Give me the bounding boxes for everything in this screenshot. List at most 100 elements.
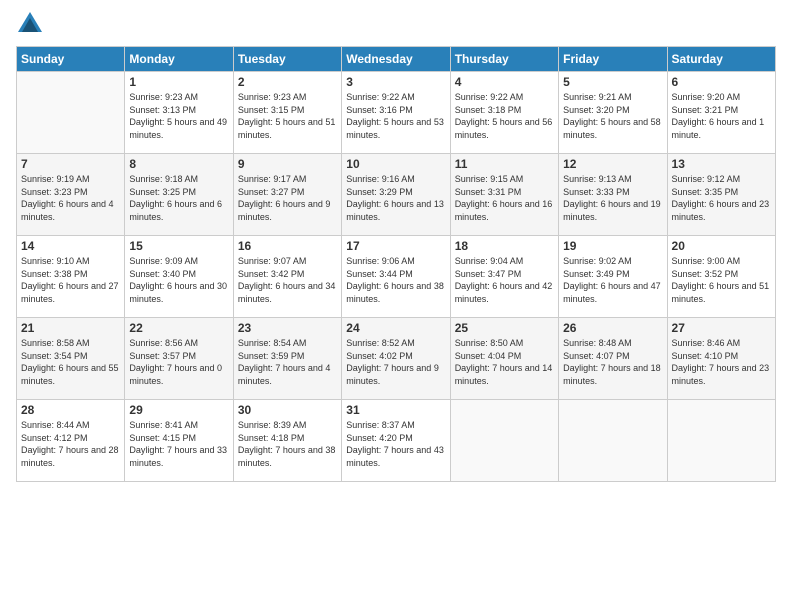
day-info: Sunrise: 8:50 AMSunset: 4:04 PMDaylight:…: [455, 337, 554, 387]
day-number: 8: [129, 157, 228, 171]
day-info: Sunrise: 8:52 AMSunset: 4:02 PMDaylight:…: [346, 337, 445, 387]
day-number: 10: [346, 157, 445, 171]
header: [16, 10, 776, 38]
day-number: 11: [455, 157, 554, 171]
day-info: Sunrise: 8:48 AMSunset: 4:07 PMDaylight:…: [563, 337, 662, 387]
calendar-cell: 27 Sunrise: 8:46 AMSunset: 4:10 PMDayligh…: [667, 318, 775, 400]
calendar-cell: 9 Sunrise: 9:17 AMSunset: 3:27 PMDaylight…: [233, 154, 341, 236]
day-number: 9: [238, 157, 337, 171]
day-number: 12: [563, 157, 662, 171]
calendar-cell: 16 Sunrise: 9:07 AMSunset: 3:42 PMDayligh…: [233, 236, 341, 318]
day-info: Sunrise: 9:20 AMSunset: 3:21 PMDaylight:…: [672, 91, 771, 141]
logo: [16, 10, 48, 38]
week-row-0: 1Sunrise: 9:23 AMSunset: 3:13 PMDaylight…: [17, 72, 776, 154]
day-info: Sunrise: 9:13 AMSunset: 3:33 PMDaylight:…: [563, 173, 662, 223]
calendar-cell: [559, 400, 667, 482]
day-number: 17: [346, 239, 445, 253]
calendar-cell: 8 Sunrise: 9:18 AMSunset: 3:25 PMDaylight…: [125, 154, 233, 236]
day-info: Sunrise: 9:18 AMSunset: 3:25 PMDaylight:…: [129, 173, 228, 223]
calendar-cell: 15 Sunrise: 9:09 AMSunset: 3:40 PMDayligh…: [125, 236, 233, 318]
day-info: Sunrise: 9:21 AMSunset: 3:20 PMDaylight:…: [563, 91, 662, 141]
day-info: Sunrise: 9:19 AMSunset: 3:23 PMDaylight:…: [21, 173, 120, 223]
day-number: 16: [238, 239, 337, 253]
day-info: Sunrise: 9:17 AMSunset: 3:27 PMDaylight:…: [238, 173, 337, 223]
day-number: 15: [129, 239, 228, 253]
day-number: 25: [455, 321, 554, 335]
week-row-4: 28 Sunrise: 8:44 AMSunset: 4:12 PMDayligh…: [17, 400, 776, 482]
day-number: 27: [672, 321, 771, 335]
calendar-cell: 11 Sunrise: 9:15 AMSunset: 3:31 PMDayligh…: [450, 154, 558, 236]
calendar-cell: 5Sunrise: 9:21 AMSunset: 3:20 PMDaylight…: [559, 72, 667, 154]
day-number: 20: [672, 239, 771, 253]
calendar-cell: [17, 72, 125, 154]
day-info: Sunrise: 9:22 AMSunset: 3:18 PMDaylight:…: [455, 91, 554, 141]
day-info: Sunrise: 8:56 AMSunset: 3:57 PMDaylight:…: [129, 337, 228, 387]
day-number: 3: [346, 75, 445, 89]
day-number: 6: [672, 75, 771, 89]
day-number: 2: [238, 75, 337, 89]
calendar-cell: 28 Sunrise: 8:44 AMSunset: 4:12 PMDayligh…: [17, 400, 125, 482]
day-info: Sunrise: 9:23 AMSunset: 3:15 PMDaylight:…: [238, 91, 337, 141]
day-info: Sunrise: 9:06 AMSunset: 3:44 PMDaylight:…: [346, 255, 445, 305]
day-number: 24: [346, 321, 445, 335]
day-info: Sunrise: 8:58 AMSunset: 3:54 PMDaylight:…: [21, 337, 120, 387]
day-info: Sunrise: 9:12 AMSunset: 3:35 PMDaylight:…: [672, 173, 771, 223]
week-row-3: 21Sunrise: 8:58 AMSunset: 3:54 PMDayligh…: [17, 318, 776, 400]
day-number: 4: [455, 75, 554, 89]
day-info: Sunrise: 9:07 AMSunset: 3:42 PMDaylight:…: [238, 255, 337, 305]
week-row-1: 7 Sunrise: 9:19 AMSunset: 3:23 PMDaylight…: [17, 154, 776, 236]
day-number: 29: [129, 403, 228, 417]
day-number: 1: [129, 75, 228, 89]
logo-icon: [16, 10, 44, 38]
weekday-header-saturday: Saturday: [667, 47, 775, 72]
day-info: Sunrise: 8:54 AMSunset: 3:59 PMDaylight:…: [238, 337, 337, 387]
day-number: 7: [21, 157, 120, 171]
day-number: 22: [129, 321, 228, 335]
calendar-cell: 19 Sunrise: 9:02 AMSunset: 3:49 PMDayligh…: [559, 236, 667, 318]
weekday-header-sunday: Sunday: [17, 47, 125, 72]
calendar-cell: 31Sunrise: 8:37 AMSunset: 4:20 PMDayligh…: [342, 400, 450, 482]
calendar-cell: 2 Sunrise: 9:23 AMSunset: 3:15 PMDaylight…: [233, 72, 341, 154]
calendar-cell: 23 Sunrise: 8:54 AMSunset: 3:59 PMDayligh…: [233, 318, 341, 400]
weekday-header-tuesday: Tuesday: [233, 47, 341, 72]
calendar-cell: 13Sunrise: 9:12 AMSunset: 3:35 PMDayligh…: [667, 154, 775, 236]
day-number: 31: [346, 403, 445, 417]
calendar-cell: 3 Sunrise: 9:22 AMSunset: 3:16 PMDaylight…: [342, 72, 450, 154]
day-number: 28: [21, 403, 120, 417]
calendar-cell: [450, 400, 558, 482]
day-info: Sunrise: 9:22 AMSunset: 3:16 PMDaylight:…: [346, 91, 445, 141]
page: SundayMondayTuesdayWednesdayThursdayFrid…: [0, 0, 792, 612]
day-info: Sunrise: 9:02 AMSunset: 3:49 PMDaylight:…: [563, 255, 662, 305]
calendar-cell: 6 Sunrise: 9:20 AMSunset: 3:21 PMDaylight…: [667, 72, 775, 154]
weekday-header-wednesday: Wednesday: [342, 47, 450, 72]
day-info: Sunrise: 9:15 AMSunset: 3:31 PMDaylight:…: [455, 173, 554, 223]
day-info: Sunrise: 9:00 AMSunset: 3:52 PMDaylight:…: [672, 255, 771, 305]
weekday-header-thursday: Thursday: [450, 47, 558, 72]
day-number: 30: [238, 403, 337, 417]
day-info: Sunrise: 9:10 AMSunset: 3:38 PMDaylight:…: [21, 255, 120, 305]
day-number: 18: [455, 239, 554, 253]
calendar-cell: 20 Sunrise: 9:00 AMSunset: 3:52 PMDayligh…: [667, 236, 775, 318]
day-info: Sunrise: 8:39 AMSunset: 4:18 PMDaylight:…: [238, 419, 337, 469]
calendar-cell: [667, 400, 775, 482]
calendar-cell: 25 Sunrise: 8:50 AMSunset: 4:04 PMDayligh…: [450, 318, 558, 400]
calendar-cell: 7 Sunrise: 9:19 AMSunset: 3:23 PMDaylight…: [17, 154, 125, 236]
calendar-cell: 12 Sunrise: 9:13 AMSunset: 3:33 PMDayligh…: [559, 154, 667, 236]
weekday-header-row: SundayMondayTuesdayWednesdayThursdayFrid…: [17, 47, 776, 72]
day-info: Sunrise: 8:44 AMSunset: 4:12 PMDaylight:…: [21, 419, 120, 469]
weekday-header-friday: Friday: [559, 47, 667, 72]
calendar-cell: 26Sunrise: 8:48 AMSunset: 4:07 PMDayligh…: [559, 318, 667, 400]
calendar-cell: 1Sunrise: 9:23 AMSunset: 3:13 PMDaylight…: [125, 72, 233, 154]
day-info: Sunrise: 9:04 AMSunset: 3:47 PMDaylight:…: [455, 255, 554, 305]
calendar-cell: 29Sunrise: 8:41 AMSunset: 4:15 PMDayligh…: [125, 400, 233, 482]
calendar-cell: 17 Sunrise: 9:06 AMSunset: 3:44 PMDayligh…: [342, 236, 450, 318]
week-row-2: 14Sunrise: 9:10 AMSunset: 3:38 PMDayligh…: [17, 236, 776, 318]
day-number: 19: [563, 239, 662, 253]
day-info: Sunrise: 8:46 AMSunset: 4:10 PMDaylight:…: [672, 337, 771, 387]
calendar-cell: 10Sunrise: 9:16 AMSunset: 3:29 PMDayligh…: [342, 154, 450, 236]
day-number: 23: [238, 321, 337, 335]
day-info: Sunrise: 9:09 AMSunset: 3:40 PMDaylight:…: [129, 255, 228, 305]
calendar-cell: 22 Sunrise: 8:56 AMSunset: 3:57 PMDayligh…: [125, 318, 233, 400]
calendar-cell: 4 Sunrise: 9:22 AMSunset: 3:18 PMDaylight…: [450, 72, 558, 154]
calendar-cell: 30 Sunrise: 8:39 AMSunset: 4:18 PMDayligh…: [233, 400, 341, 482]
